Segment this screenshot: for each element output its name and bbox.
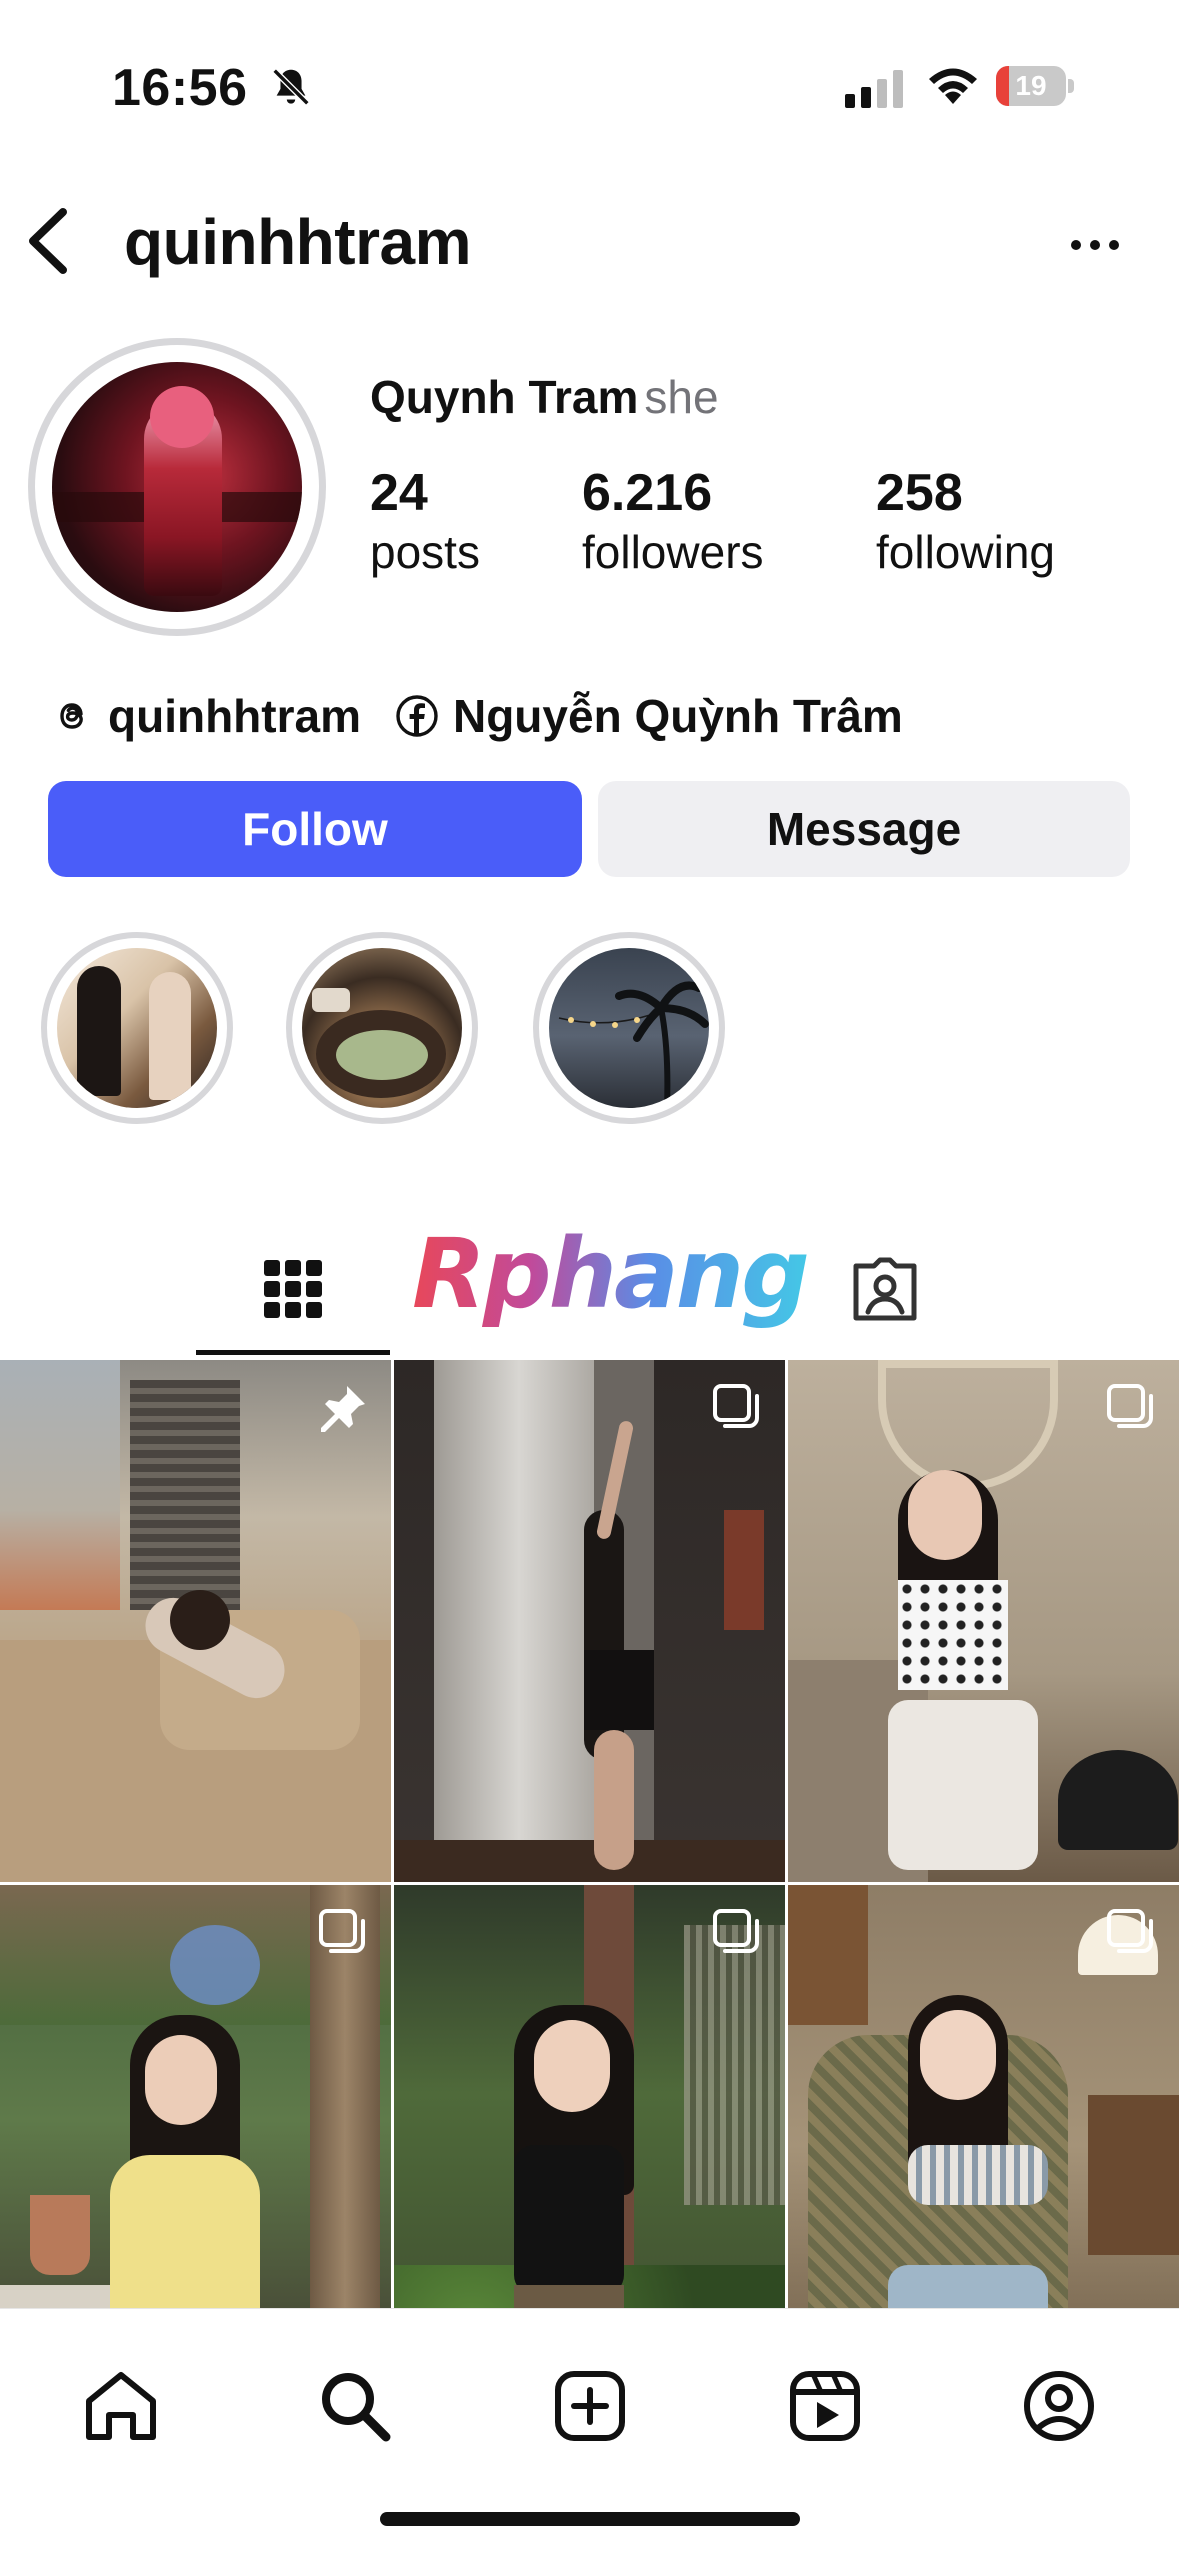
more-options-button[interactable] (1060, 215, 1130, 275)
grid-icon (264, 1260, 322, 1318)
tab-tagged[interactable] (820, 1222, 950, 1356)
stat-posts: 24 posts (370, 462, 480, 580)
grid-post[interactable] (788, 1360, 1179, 1882)
grid-post[interactable] (394, 1360, 785, 1882)
status-time: 16:56 (112, 59, 248, 117)
more-horizontal-icon (1071, 240, 1119, 250)
tagged-icon (853, 1257, 917, 1321)
story-highlight[interactable] (41, 932, 233, 1124)
profile-icon (1024, 2371, 1094, 2441)
active-tab-indicator (196, 1350, 390, 1355)
facebook-name: Nguyễn Quỳnh Trâm (452, 690, 903, 742)
story-highlight-thumbnail (57, 948, 217, 1108)
cellular-signal-icon (845, 70, 903, 108)
home-indicator[interactable] (380, 2512, 800, 2526)
page-title-username: quinhhtram (124, 206, 471, 278)
stat-posts-label: posts (370, 526, 480, 578)
carousel-icon (713, 1384, 759, 1428)
stat-followers-label: followers (582, 526, 764, 578)
stat-followers-count: 6.216 (582, 464, 713, 522)
profile-links: quinhhtram Nguyễn Quỳnh Trâm (50, 682, 903, 750)
search-icon (322, 2373, 391, 2442)
avatar-photo (52, 362, 302, 612)
facebook-link[interactable]: Nguyễn Quỳnh Trâm (395, 689, 903, 743)
back-button[interactable] (18, 198, 78, 284)
tab-posts-grid[interactable] (196, 1222, 390, 1356)
avatar[interactable] (28, 338, 326, 636)
home-icon (86, 2372, 156, 2440)
bell-slash-icon (272, 68, 310, 106)
reels-icon (790, 2371, 860, 2441)
chevron-left-icon (29, 208, 67, 274)
carousel-icon (1107, 1909, 1153, 1953)
battery-icon: 19 (996, 66, 1074, 106)
status-bar: 16:56 19 (0, 0, 1179, 170)
message-button[interactable]: Message (598, 781, 1130, 877)
carousel-icon (1107, 1384, 1153, 1428)
stat-following-count: 258 (876, 464, 963, 522)
pin-icon (321, 1386, 365, 1432)
stat-posts-count: 24 (370, 464, 428, 522)
display-name-text: Quynh Tram (370, 371, 639, 423)
nav-search[interactable] (300, 2351, 410, 2461)
threads-handle: quinhhtram (108, 690, 361, 742)
story-highlight[interactable] (286, 932, 478, 1124)
create-icon (555, 2371, 625, 2441)
threads-icon (60, 703, 83, 729)
display-name: Quynh Tram she (370, 370, 719, 424)
follow-button[interactable]: Follow (48, 781, 582, 877)
nav-home[interactable] (66, 2351, 176, 2461)
nav-create[interactable] (535, 2351, 645, 2461)
facebook-icon (396, 695, 438, 737)
grid-post[interactable] (0, 1360, 391, 1882)
threads-link[interactable]: quinhhtram (50, 689, 361, 743)
battery-level: 19 (1015, 70, 1047, 101)
story-highlight-thumbnail (302, 948, 462, 1108)
story-highlight[interactable] (533, 932, 725, 1124)
pronouns: she (644, 371, 719, 423)
watermark-logo: Rphang (412, 1218, 810, 1330)
nav-reels[interactable] (770, 2351, 880, 2461)
stat-following-label: following (876, 526, 1055, 578)
carousel-icon (713, 1909, 759, 1953)
wifi-icon (929, 68, 977, 104)
stat-following[interactable]: 258 following (876, 462, 1055, 580)
story-highlight-thumbnail (549, 948, 709, 1108)
carousel-icon (319, 1909, 365, 1953)
nav-profile[interactable] (1004, 2351, 1114, 2461)
stat-followers[interactable]: 6.216 followers (582, 462, 764, 580)
